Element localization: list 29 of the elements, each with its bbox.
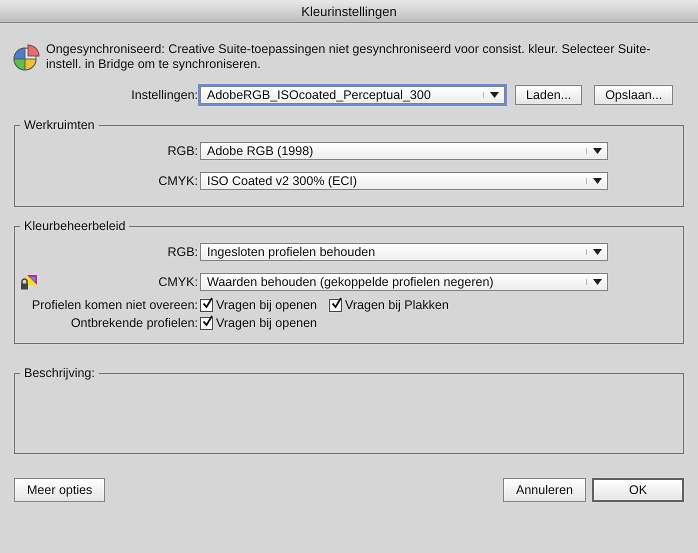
group-title: Werkruimten bbox=[23, 118, 96, 132]
settings-dropdown[interactable]: AdobeRGB_ISOcoated_Perceptual_300 bbox=[200, 86, 505, 104]
dialog-button[interactable]: Annuleren bbox=[503, 478, 586, 502]
checkbox-option[interactable]: Vragen bij openen bbox=[200, 316, 318, 330]
dropdown[interactable]: Ingesloten profielen behouden bbox=[200, 243, 608, 261]
checkbox[interactable] bbox=[200, 316, 213, 330]
field-label: RGB: bbox=[166, 144, 198, 158]
dropdown[interactable]: Waarden behouden (gekoppelde profielen negeren) bbox=[200, 273, 608, 291]
checkbox[interactable] bbox=[329, 298, 342, 312]
dropdown[interactable]: Adobe RGB (1998) bbox=[200, 142, 608, 160]
group-title: Beschrijving: bbox=[23, 366, 96, 380]
color-wheel-icon bbox=[12, 44, 40, 72]
field-label: RGB: bbox=[167, 245, 198, 259]
checkbox-option[interactable]: Vragen bij Plakken bbox=[329, 298, 449, 312]
field-label: CMYK: bbox=[157, 174, 198, 188]
group-title: Kleurbeheerbeleid bbox=[23, 219, 126, 233]
settings-label: Instellingen: bbox=[130, 88, 198, 102]
field-label: Ontbrekende profielen: bbox=[70, 316, 198, 330]
field-label: CMYK: bbox=[158, 275, 198, 289]
settings-button[interactable]: Opslaan... bbox=[594, 85, 674, 105]
settings-button[interactable]: Laden... bbox=[515, 85, 582, 105]
dialog-button[interactable]: OK bbox=[592, 478, 684, 502]
checkbox-option[interactable]: Vragen bij openen bbox=[200, 298, 318, 312]
sync-warning-text: Ongesynchroniseerd: Creative Suite-toepassingen niet gesynchroniseerd voor consist. kleur. Selecteer Suite-instell. in Bridge om te synchroniseren. bbox=[46, 42, 652, 72]
dropdown[interactable]: ISO Coated v2 300% (ECI) bbox=[200, 172, 608, 190]
more-options-button[interactable]: Meer opties bbox=[14, 478, 106, 502]
field-label: Profielen komen niet overeen: bbox=[30, 298, 198, 312]
checkbox[interactable] bbox=[200, 298, 213, 312]
window-title: Kleurinstellingen bbox=[301, 4, 397, 18]
